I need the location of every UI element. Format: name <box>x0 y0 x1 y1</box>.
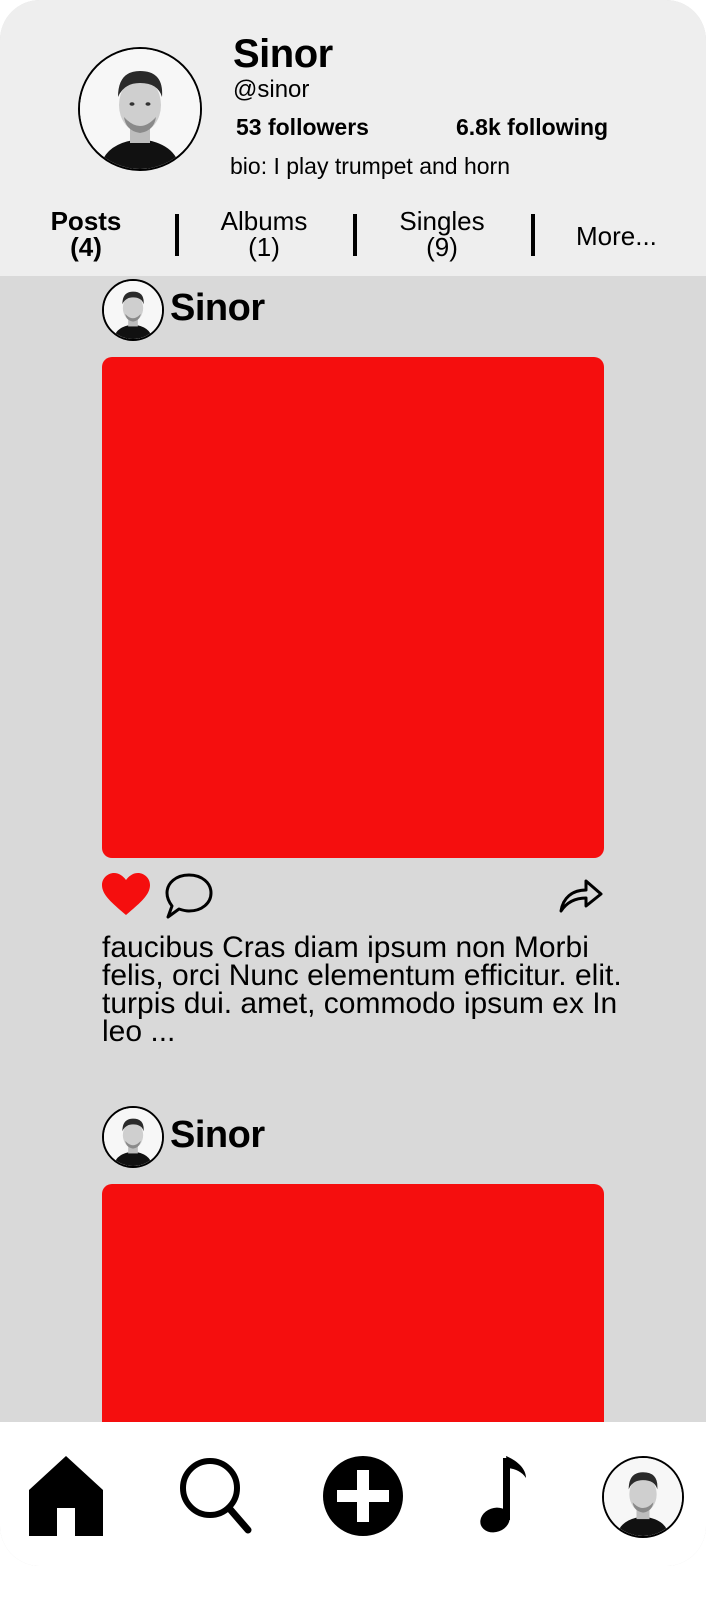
post-author-name[interactable]: Sinor <box>170 1114 265 1157</box>
app-screen: Sinor @sinor 53 followers 6.8k following… <box>0 0 706 1566</box>
add-icon <box>323 1456 403 1536</box>
profile-header: Sinor @sinor 53 followers 6.8k following… <box>0 0 706 276</box>
profile-name: Sinor <box>233 32 333 76</box>
nav-home-button[interactable] <box>29 1456 103 1536</box>
home-icon <box>29 1456 103 1536</box>
post-image[interactable] <box>102 357 604 858</box>
nav-music-button[interactable] <box>478 1454 530 1536</box>
profile-bio: bio: I play trumpet and horn <box>230 153 510 179</box>
nav-profile-avatar[interactable] <box>602 1456 684 1538</box>
nav-search-button[interactable] <box>178 1456 254 1536</box>
profile-avatar[interactable] <box>78 47 202 171</box>
tab-albums[interactable]: Albums (1) <box>204 208 324 260</box>
profile-handle: @sinor <box>233 76 310 103</box>
search-icon <box>180 1458 252 1534</box>
post-author-avatar[interactable] <box>102 1106 164 1168</box>
following-count[interactable]: 6.8k following <box>456 114 608 141</box>
like-button[interactable] <box>102 873 150 917</box>
tab-posts[interactable]: Posts (4) <box>26 208 146 260</box>
share-button[interactable] <box>558 876 604 914</box>
tab-count: (9) <box>426 232 458 262</box>
tab-count: (1) <box>248 232 280 262</box>
post-author-name[interactable]: Sinor <box>170 287 265 330</box>
avatar-portrait-icon <box>104 1108 162 1166</box>
post-caption: faucibus Cras diam ipsum non Morbi felis… <box>102 931 622 1048</box>
nav-add-button[interactable] <box>322 1455 404 1537</box>
avatar-portrait-icon <box>80 49 200 169</box>
tab-more[interactable]: More... <box>576 221 657 252</box>
bottom-nav <box>0 1422 706 1566</box>
followers-count[interactable]: 53 followers <box>236 114 369 141</box>
avatar-portrait-icon <box>104 281 162 339</box>
music-note-icon <box>480 1456 526 1533</box>
comment-button[interactable] <box>164 872 214 920</box>
tab-divider <box>175 214 179 256</box>
tab-singles[interactable]: Singles (9) <box>382 208 502 260</box>
tab-divider <box>353 214 357 256</box>
tab-label: Singles <box>399 206 485 236</box>
comment-icon <box>165 873 213 919</box>
tab-count: (4) <box>70 232 102 262</box>
post-author-avatar[interactable] <box>102 279 164 341</box>
tab-divider <box>531 214 535 256</box>
tab-label: Albums <box>220 206 308 236</box>
share-icon <box>559 879 603 913</box>
tab-label: Posts <box>50 206 122 236</box>
avatar-portrait-icon <box>604 1458 682 1536</box>
heart-icon <box>102 873 150 915</box>
